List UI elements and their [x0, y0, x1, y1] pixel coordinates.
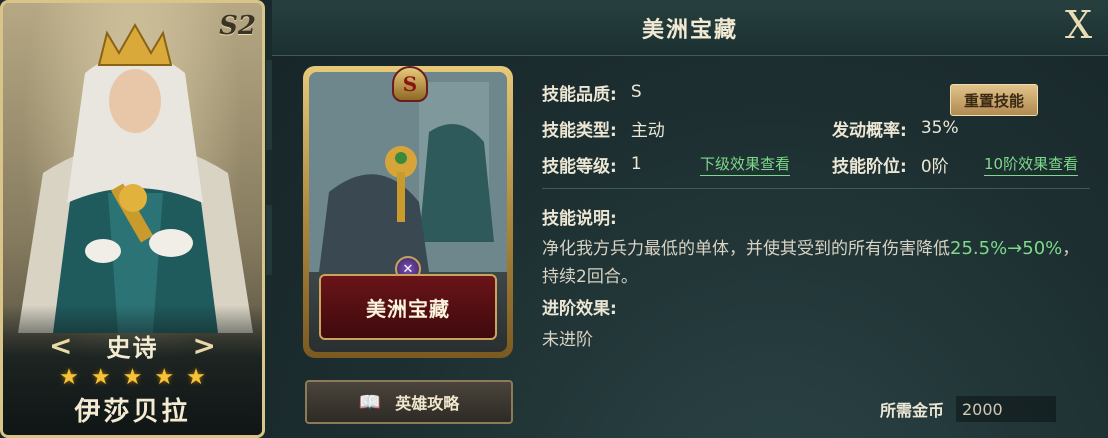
description-text-a: 净化我方兵力最低的单体，并使其受到的所有伤害降低: [542, 239, 950, 259]
star-icon: ★: [90, 365, 111, 390]
skill-name-plate: 美洲宝藏: [319, 274, 497, 340]
level-label: 技能等级:: [542, 156, 617, 177]
description-body: 净化我方兵力最低的单体，并使其受到的所有伤害降低25.5%→50%，持续2回合。: [542, 235, 1082, 291]
skill-card-name: 美洲宝藏: [366, 296, 450, 321]
quality-value: S: [630, 82, 642, 102]
star-icon: ★: [59, 365, 79, 390]
skill-panel: 美洲宝藏 X ✕ 美洲宝藏 S 📖 英雄攻略 技能品质: S 技能类型: 主动 …: [272, 0, 1108, 438]
tier-label: 技能阶位:: [832, 156, 907, 177]
gold-cost-label: 所需金币: [879, 401, 944, 420]
type-value: 主动: [630, 120, 665, 141]
gold-cost-value: 2000: [956, 396, 1056, 422]
tier-value: 0阶: [920, 156, 949, 177]
prev-hero-arrow-icon[interactable]: <: [49, 329, 72, 362]
trigger-rate-label: 发动概率:: [832, 120, 907, 141]
next-hero-arrow-icon[interactable]: >: [193, 329, 216, 362]
tier10-effect-link[interactable]: 10阶效果查看: [984, 153, 1079, 176]
info-divider: [542, 188, 1090, 189]
hero-guide-label: 英雄攻略: [395, 394, 460, 413]
star-icon: ★: [186, 365, 206, 390]
type-label: 技能类型:: [542, 120, 617, 141]
trigger-rate-value: 35%: [920, 118, 959, 138]
description-highlight: 25.5%→50%: [950, 238, 1063, 259]
hero-guide-button[interactable]: 📖 英雄攻略: [305, 380, 513, 424]
skill-card-inner: ✕ 美洲宝藏: [309, 72, 507, 352]
star-rating: ★ ★ ★ ★ ★: [3, 365, 262, 390]
skill-description: 技能说明: 净化我方兵力最低的单体，并使其受到的所有伤害降低25.5%→50%，…: [542, 204, 1082, 291]
advance-body: 未进阶: [542, 330, 593, 350]
rarity-row: < 史诗 >: [3, 328, 262, 363]
skill-grade-badge: S: [392, 66, 428, 102]
rarity-label: 史诗: [106, 334, 159, 362]
next-level-effect-link[interactable]: 下级效果查看: [700, 153, 791, 176]
book-icon: 📖: [358, 391, 382, 413]
advance-effect: 进阶效果: 未进阶: [542, 294, 1082, 350]
star-icon: ★: [154, 365, 175, 390]
description-header: 技能说明:: [542, 209, 617, 229]
reset-skill-button[interactable]: 重置技能: [950, 84, 1038, 116]
skill-card: ✕ 美洲宝藏: [303, 66, 513, 358]
close-button[interactable]: X: [1065, 6, 1092, 44]
hero-name: 伊莎贝拉: [74, 397, 191, 427]
level-value: 1: [630, 154, 642, 174]
gold-cost: 所需金币 2000: [880, 396, 1056, 422]
title-bar: 美洲宝藏 X: [272, 0, 1108, 56]
star-icon: ★: [122, 365, 143, 390]
skill-artwork: [309, 72, 507, 272]
grade-letter: S: [402, 72, 418, 96]
advance-header: 进阶效果:: [542, 299, 617, 319]
panel-title: 美洲宝藏: [641, 18, 738, 43]
quality-label: 技能品质:: [542, 84, 617, 105]
hero-card[interactable]: S2 < 史诗 > ★ ★ ★ ★ ★ 伊莎贝拉: [0, 0, 265, 438]
season-badge: S2: [219, 11, 256, 41]
